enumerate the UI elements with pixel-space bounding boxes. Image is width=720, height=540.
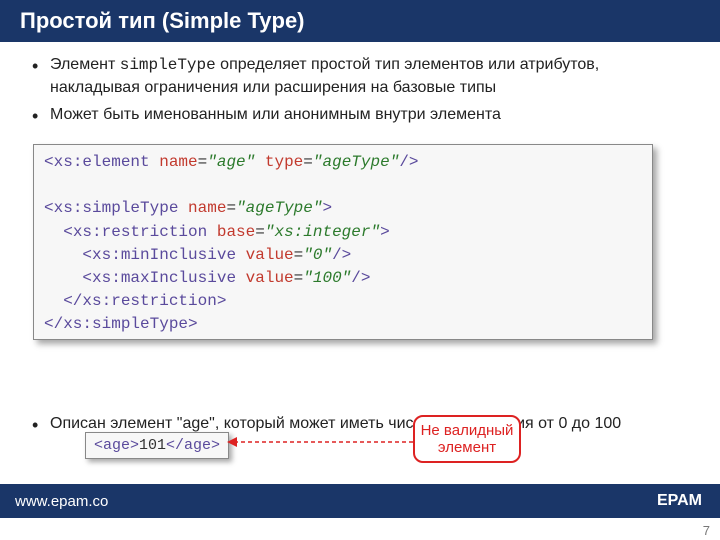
footer-brand: EPAM xyxy=(245,484,720,518)
content-area: Элемент simpleType определяет простой ти… xyxy=(0,42,720,126)
bullet-2: Может быть именованным или анонимным вну… xyxy=(30,104,690,126)
bullet-3-text: Описан элемент "age", который может имет… xyxy=(50,415,621,432)
age-example-box: <age>101</age> xyxy=(85,432,229,459)
arrow-icon xyxy=(225,432,415,452)
callout-text: Не валидный элемент xyxy=(415,422,519,457)
footer: www.epam.co EPAM xyxy=(0,484,720,518)
bullet-1: Элемент simpleType определяет простой ти… xyxy=(30,54,690,98)
slide-title: Простой тип (Simple Type) xyxy=(20,8,305,33)
age-value: 101 xyxy=(139,437,166,454)
age-close-tag: </age> xyxy=(166,437,220,454)
code-box: <xs:element name="age" type="ageType"/> … xyxy=(33,144,653,340)
invalid-callout: Не валидный элемент xyxy=(413,415,521,463)
bullet-1-pre: Элемент xyxy=(50,56,120,73)
age-open-tag: <age> xyxy=(94,437,139,454)
bullet-2-text: Может быть именованным или анонимным вну… xyxy=(50,106,501,123)
bullet-list: Элемент simpleType определяет простой ти… xyxy=(30,54,690,126)
slide-header: Простой тип (Simple Type) xyxy=(0,0,720,42)
footer-url: www.epam.co xyxy=(0,484,245,518)
page-number: 7 xyxy=(703,523,710,538)
bullet-1-code: simpleType xyxy=(120,56,216,74)
